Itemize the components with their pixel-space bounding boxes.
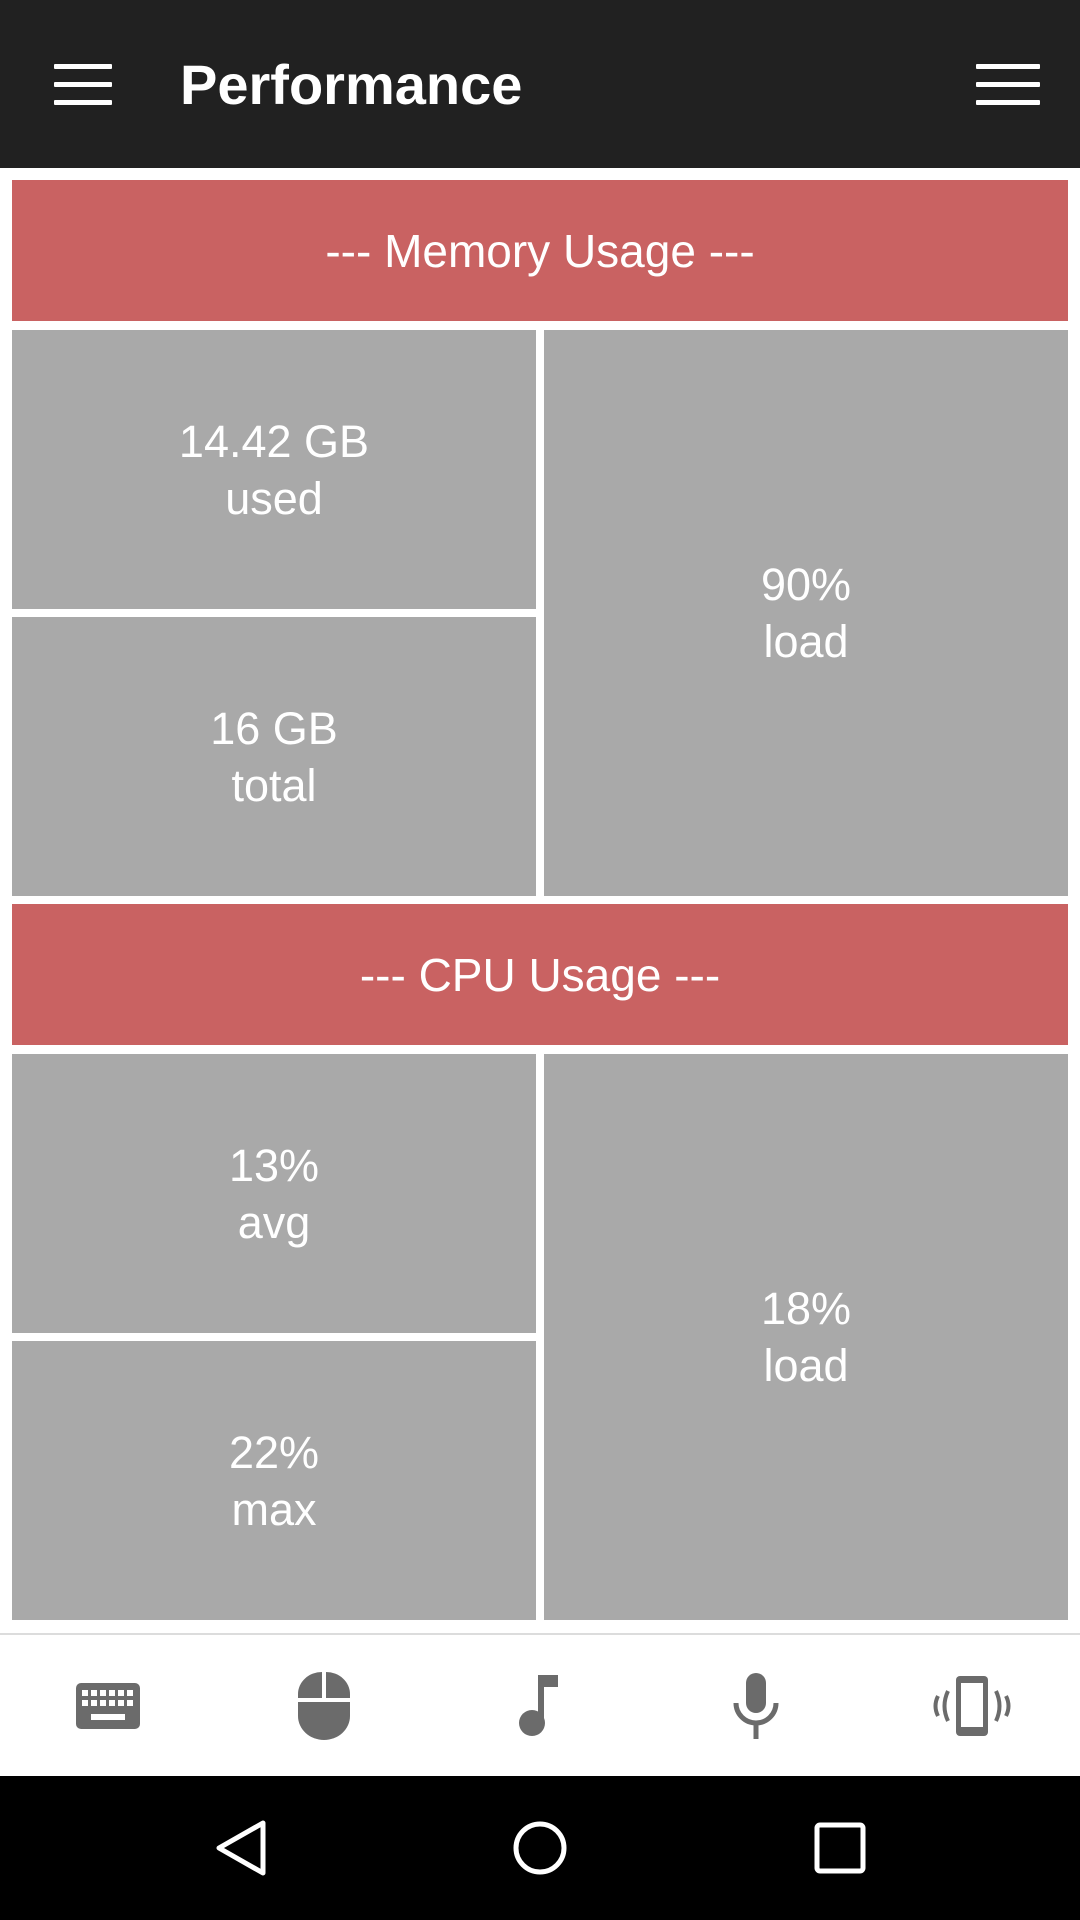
memory-total-label: total (231, 759, 317, 811)
music-button[interactable] (432, 1635, 648, 1776)
memory-used-value: 14.42 GB (178, 415, 370, 467)
cpu-max-label: max (231, 1483, 317, 1535)
phone-vibrate-button[interactable] (864, 1635, 1080, 1776)
cpu-max-value: 22% (228, 1426, 320, 1478)
home-icon (513, 1821, 567, 1875)
microphone-icon (733, 1672, 779, 1739)
cpu-load-value: 18% (760, 1283, 852, 1334)
system-navigation-bar (0, 1776, 1080, 1920)
app-bar: Performance (0, 0, 1080, 168)
cpu-load-label: load (763, 1340, 849, 1391)
performance-content: --- Memory Usage --- 14.42 GB used 16 GB… (0, 168, 1080, 1633)
cpu-usage-header: --- CPU Usage --- (12, 904, 1068, 1045)
recents-button[interactable] (770, 1776, 910, 1920)
bottom-navigation (0, 1633, 1080, 1776)
cpu-avg-tile[interactable]: 13% avg (12, 1054, 536, 1333)
memory-usage-header: --- Memory Usage --- (12, 180, 1068, 321)
cpu-max-tile[interactable]: 22% max (12, 1341, 536, 1620)
cpu-avg-label: avg (237, 1196, 311, 1248)
menu-icon[interactable] (976, 64, 1040, 106)
home-button[interactable] (470, 1776, 610, 1920)
memory-load-tile[interactable]: 90% load (544, 330, 1068, 896)
memory-total-value: 16 GB (210, 702, 338, 754)
page-title: Performance (180, 53, 523, 116)
microphone-button[interactable] (648, 1635, 864, 1776)
music-note-icon (519, 1674, 558, 1736)
keyboard-button[interactable] (0, 1635, 216, 1776)
cpu-usage-header-text: --- CPU Usage --- (359, 948, 721, 1001)
back-icon (216, 1820, 266, 1876)
cpu-avg-value: 13% (228, 1139, 320, 1191)
memory-used-label: used (225, 472, 323, 524)
hamburger-menu-icon[interactable] (54, 64, 112, 106)
mouse-icon (298, 1671, 350, 1740)
memory-used-tile[interactable]: 14.42 GB used (12, 330, 536, 609)
mouse-button[interactable] (216, 1635, 432, 1776)
keyboard-icon (76, 1682, 140, 1729)
memory-load-value: 90% (760, 559, 852, 610)
back-button[interactable] (170, 1776, 310, 1920)
memory-total-tile[interactable]: 16 GB total (12, 617, 536, 896)
recents-icon (814, 1822, 866, 1874)
phone-vibrate-icon (933, 1675, 1011, 1736)
cpu-load-tile[interactable]: 18% load (544, 1054, 1068, 1620)
memory-load-label: load (763, 616, 849, 667)
memory-usage-header-text: --- Memory Usage --- (325, 224, 755, 277)
